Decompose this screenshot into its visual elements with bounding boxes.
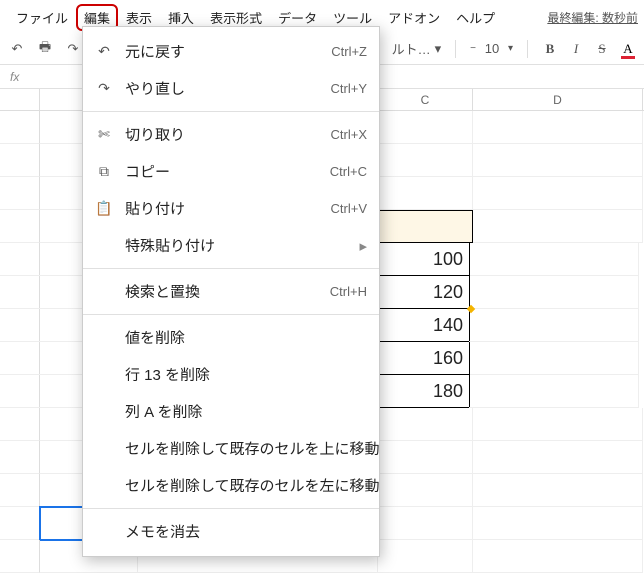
menu-addon[interactable]: アドオン [380, 4, 448, 31]
font-size-inc-icon[interactable]: ▾ [508, 43, 513, 54]
dd-delete-values[interactable]: 値を削除 [83, 319, 379, 356]
select-all-corner[interactable] [0, 89, 40, 110]
dd-copy-label: コピー [125, 161, 318, 182]
cell-c-5[interactable]: 180 [375, 374, 470, 408]
dd-delrow-label: 行 13 を削除 [125, 364, 367, 385]
italic-button[interactable]: I [568, 41, 584, 57]
dd-paste-special[interactable]: 特殊貼り付け ▸ [83, 227, 379, 264]
dd-cut[interactable]: ✄ 切り取り Ctrl+X [83, 116, 379, 153]
print-icon[interactable]: 🖶 [36, 38, 54, 60]
dd-find-shortcut: Ctrl+H [330, 284, 367, 299]
dd-undo-shortcut: Ctrl+Z [331, 44, 367, 59]
undo-icon[interactable]: ↶ [8, 41, 26, 57]
dd-copy[interactable]: ⧉ コピー Ctrl+C [83, 153, 379, 190]
dd-undo[interactable]: ↶ 元に戻す Ctrl+Z [83, 33, 379, 70]
menu-file[interactable]: ファイル [8, 4, 76, 31]
col-header-d[interactable]: D [473, 89, 643, 110]
font-size-value: 10 [482, 41, 502, 56]
dd-delcol-label: 列 A を削除 [125, 401, 367, 422]
dd-paste-shortcut: Ctrl+V [331, 201, 367, 216]
dd-memo-label: メモを消去 [125, 521, 367, 542]
dd-delval-label: 値を削除 [125, 327, 367, 348]
strike-button[interactable]: S [594, 41, 610, 57]
dd-delup-label: セルを削除して既存のセルを上に移動 [125, 438, 380, 459]
edit-dropdown: ↶ 元に戻す Ctrl+Z ↷ やり直し Ctrl+Y ✄ 切り取り Ctrl+… [82, 26, 380, 557]
dd-copy-shortcut: Ctrl+C [330, 164, 367, 179]
chevron-down-icon: ▾ [435, 41, 442, 57]
cut-icon: ✄ [95, 126, 113, 143]
dd-redo-label: やり直し [125, 78, 319, 99]
menu-help[interactable]: ヘルプ [448, 4, 503, 31]
dd-cut-label: 切り取り [125, 124, 319, 145]
dd-paste-sp-label: 特殊貼り付け [125, 235, 347, 256]
dd-cut-shortcut: Ctrl+X [331, 127, 367, 142]
submenu-arrow-icon: ▸ [359, 237, 367, 255]
dd-find-replace[interactable]: 検索と置換 Ctrl+H [83, 273, 379, 310]
toolbar-default-dropdown[interactable]: ルト… ▾ [392, 39, 442, 58]
dd-delete-shift-left[interactable]: セルを削除して既存のセルを左に移動 [83, 467, 379, 504]
dd-delleft-label: セルを削除して既存のセルを左に移動 [125, 475, 380, 496]
cell-c-2[interactable]: 120 [375, 275, 470, 309]
cell-c-top[interactable] [378, 210, 473, 243]
dd-delete-row[interactable]: 行 13 を削除 [83, 356, 379, 393]
font-size-dec-icon[interactable]: − [470, 43, 476, 54]
dd-clear-notes[interactable]: メモを消去 [83, 513, 379, 550]
dd-paste[interactable]: 📋 貼り付け Ctrl+V [83, 190, 379, 227]
dd-redo[interactable]: ↷ やり直し Ctrl+Y [83, 70, 379, 107]
dd-paste-label: 貼り付け [125, 198, 319, 219]
cell-c-1[interactable]: 100 [375, 242, 470, 276]
fx-icon: fx [0, 70, 29, 84]
redo-icon[interactable]: ↷ [64, 41, 82, 57]
paste-icon: 📋 [95, 200, 113, 217]
cell-c-3[interactable]: 140 [375, 308, 470, 342]
copy-icon: ⧉ [95, 163, 113, 180]
redo-icon: ↷ [95, 80, 113, 97]
undo-icon: ↶ [95, 43, 113, 60]
dd-undo-label: 元に戻す [125, 41, 319, 62]
last-edit-label[interactable]: 最終編集: 数秒前 [547, 9, 638, 26]
dd-redo-shortcut: Ctrl+Y [331, 81, 367, 96]
font-size[interactable]: − 10 ▾ [470, 41, 513, 56]
cell-c-4[interactable]: 160 [375, 341, 470, 375]
bold-button[interactable]: B [542, 41, 558, 57]
text-color-button[interactable]: A [620, 41, 636, 57]
dd-delete-shift-up[interactable]: セルを削除して既存のセルを上に移動 [83, 430, 379, 467]
dd-find-label: 検索と置換 [125, 281, 318, 302]
dd-delete-col[interactable]: 列 A を削除 [83, 393, 379, 430]
default-drop-label: ルト… [392, 39, 431, 58]
col-header-c[interactable]: C [378, 89, 473, 110]
